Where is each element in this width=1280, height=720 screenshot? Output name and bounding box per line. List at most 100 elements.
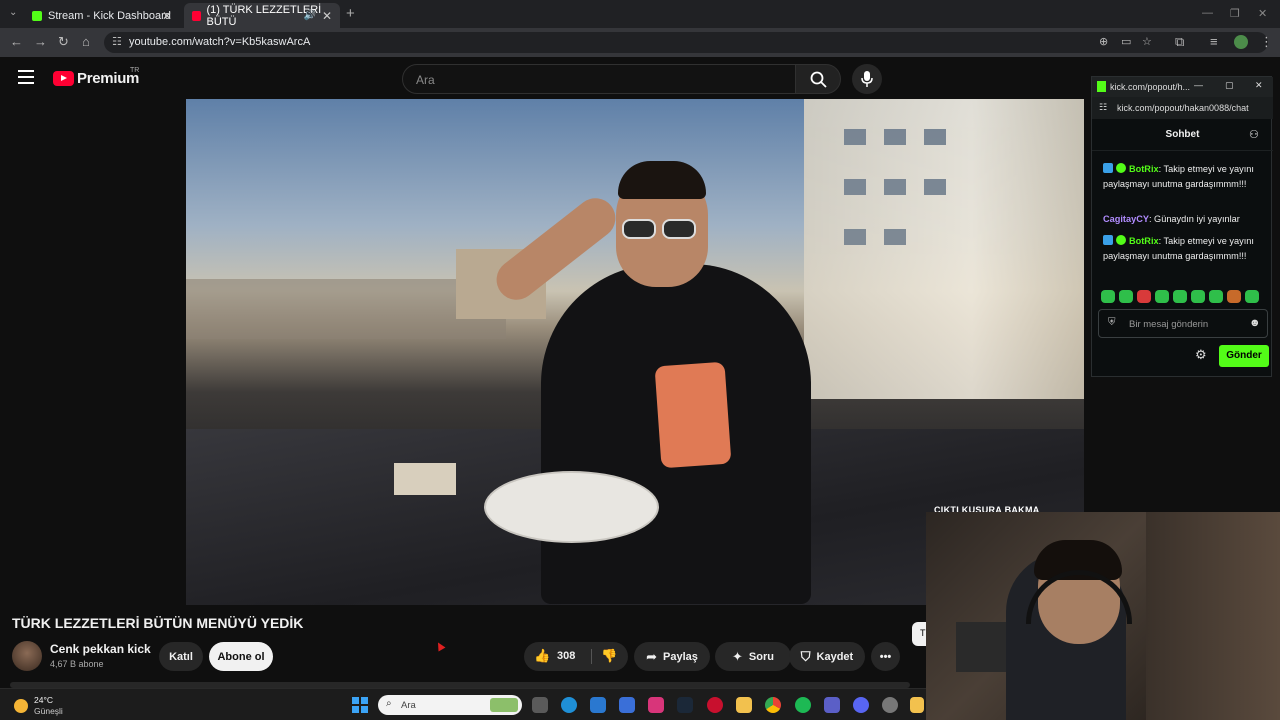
popout-url: kick.com/popout/hakan0088/chat	[1117, 103, 1249, 113]
microsoft-store-icon[interactable]	[590, 697, 606, 713]
subscriber-count: 4,67 B abone	[50, 659, 104, 669]
popout-maximize-icon[interactable]: ▢	[1225, 80, 1234, 91]
bot-badge-icon	[1103, 235, 1113, 245]
close-tab-icon[interactable]: ✕	[162, 9, 172, 23]
youtube-logo[interactable]: Premium	[53, 70, 139, 87]
windows-start-icon[interactable]	[352, 697, 368, 713]
dislike-icon[interactable]: 👎	[601, 648, 617, 664]
extensions-icon[interactable]: ⧉	[1175, 34, 1184, 50]
close-tab-icon[interactable]: ✕	[322, 9, 332, 23]
edge-browser-icon[interactable]	[561, 697, 577, 713]
chat-username[interactable]: CagitayCY	[1103, 214, 1149, 224]
task-view-icon[interactable]	[532, 697, 548, 713]
share-button[interactable]: ➦ Paylaş	[634, 642, 710, 671]
bookmark-icon: ⛉	[800, 648, 811, 664]
chat-users-icon[interactable]: ⚇	[1249, 119, 1259, 151]
search-button[interactable]	[795, 64, 841, 94]
chat-message-input[interactable]: ⛨ Bir mesaj gönderin ☻	[1098, 309, 1268, 338]
chat-username[interactable]: BotRix	[1129, 236, 1159, 246]
spotify-icon[interactable]	[795, 697, 811, 713]
video-building	[804, 99, 1084, 399]
menu-hamburger-icon[interactable]	[18, 70, 34, 84]
weather-temperature[interactable]: 24°C	[34, 695, 53, 705]
video-title: TÜRK LEZZETLERİ BÜTÜN MENÜYÜ YEDİK	[12, 615, 304, 631]
teams-icon[interactable]	[824, 697, 840, 713]
steam-icon[interactable]	[677, 697, 693, 713]
kick-favicon-icon	[32, 10, 42, 21]
maximize-icon[interactable]: ❐	[1230, 7, 1240, 20]
chrome-browser-icon[interactable]	[765, 697, 781, 713]
chat-username[interactable]: BotRix	[1129, 164, 1159, 174]
like-icon[interactable]: 👍	[534, 648, 550, 664]
chat-header-title: Sohbet	[1165, 129, 1200, 140]
like-count[interactable]: 308	[557, 650, 575, 662]
more-actions-button[interactable]: •••	[871, 642, 900, 671]
weather-description[interactable]: Güneşli	[34, 706, 63, 716]
zoom-icon[interactable]: ⊕	[1099, 35, 1108, 48]
new-tab-icon[interactable]: +	[346, 5, 355, 22]
tab-list-chevron-icon[interactable]: ⌄	[9, 7, 17, 18]
video-sunglasses	[622, 219, 702, 241]
taskbar-search-input[interactable]: ⌕ Ara	[378, 695, 522, 715]
back-icon[interactable]: ←	[10, 34, 23, 49]
emote-icon[interactable]	[1155, 290, 1169, 303]
address-bar[interactable]: ☷ youtube.com/watch?v=Kb5kaswArcA ⊕ ▭ ☆	[104, 32, 1268, 53]
minimize-icon[interactable]: —	[1202, 7, 1213, 19]
send-button[interactable]: Gönder	[1219, 345, 1269, 367]
channel-avatar[interactable]	[12, 641, 42, 671]
emote-icon[interactable]	[1137, 290, 1151, 303]
chat-message: BotRix: Takip etmeyi ve yayını paylaşmay…	[1103, 234, 1265, 263]
bookmark-star-icon[interactable]: ☆	[1142, 35, 1152, 48]
reload-icon[interactable]: ↻	[58, 34, 69, 50]
join-button[interactable]: Katıl	[159, 642, 203, 671]
folder-icon[interactable]	[910, 697, 924, 713]
channel-name[interactable]: Cenk pekkan kick	[50, 642, 151, 656]
emoji-icon[interactable]: ☻	[1249, 317, 1261, 329]
emote-icon[interactable]	[1173, 290, 1187, 303]
emote-icon[interactable]	[1209, 290, 1223, 303]
browser-menu-icon[interactable]: ⋮	[1260, 34, 1273, 50]
popout-close-icon[interactable]: ✕	[1255, 80, 1263, 91]
side-panel-chip-label: T	[920, 628, 926, 638]
ask-button[interactable]: ✦ Soru	[715, 642, 791, 671]
browser-toolbar: ← → ↻ ⌂ ☷ youtube.com/watch?v=Kb5kaswArc…	[0, 28, 1280, 57]
emote-icon[interactable]	[1101, 290, 1115, 303]
subscribe-button[interactable]: Abone ol	[209, 642, 273, 671]
sun-weather-icon[interactable]	[14, 699, 28, 713]
webcam-door	[1146, 512, 1280, 720]
speaker-icon[interactable]: 🔊	[304, 10, 316, 21]
side-panel-chip[interactable]: T	[912, 622, 926, 646]
file-explorer-icon[interactable]	[736, 697, 752, 713]
subscribe-label: Abone ol	[217, 650, 265, 663]
site-info-icon[interactable]: ☷	[112, 35, 122, 48]
forward-icon[interactable]: →	[34, 34, 47, 49]
chat-settings-gear-icon[interactable]: ⚙	[1195, 347, 1207, 363]
popout-site-info-icon[interactable]: ☷	[1099, 102, 1107, 113]
profile-avatar[interactable]	[1234, 35, 1248, 49]
tab-youtube-video[interactable]: (1) TÜRK LEZZETLERİ BÜTÜ 🔊 ✕	[184, 3, 340, 28]
emote-icon[interactable]	[1191, 290, 1205, 303]
save-button[interactable]: ⛉ Kaydet	[789, 642, 865, 671]
home-icon[interactable]: ⌂	[82, 34, 90, 49]
emote-icon[interactable]	[1227, 290, 1241, 303]
chat-input-placeholder: Bir mesaj gönderin	[1129, 319, 1209, 330]
bot-badge-icon	[1103, 163, 1113, 173]
popout-minimize-icon[interactable]: —	[1194, 80, 1203, 90]
opera-browser-icon[interactable]	[707, 697, 723, 713]
shield-icon: ⛨	[1108, 317, 1116, 328]
voice-search-button[interactable]	[852, 64, 882, 94]
obs-studio-icon[interactable]	[882, 697, 898, 713]
mail-icon[interactable]	[619, 697, 635, 713]
video-phone	[654, 361, 732, 469]
cast-icon[interactable]: ▭	[1121, 35, 1131, 48]
instagram-icon[interactable]	[648, 697, 664, 713]
microphone-icon	[861, 71, 873, 87]
close-window-icon[interactable]: ✕	[1258, 7, 1267, 20]
tab-kick-dashboard[interactable]: Stream - Kick Dashboard ✕	[24, 3, 180, 28]
search-input[interactable]: Ara	[402, 64, 796, 94]
popout-title: kick.com/popout/h...	[1110, 82, 1191, 92]
reading-list-icon[interactable]: ≡	[1210, 34, 1218, 49]
discord-icon[interactable]	[853, 697, 869, 713]
emote-icon[interactable]	[1245, 290, 1259, 303]
emote-icon[interactable]	[1119, 290, 1133, 303]
